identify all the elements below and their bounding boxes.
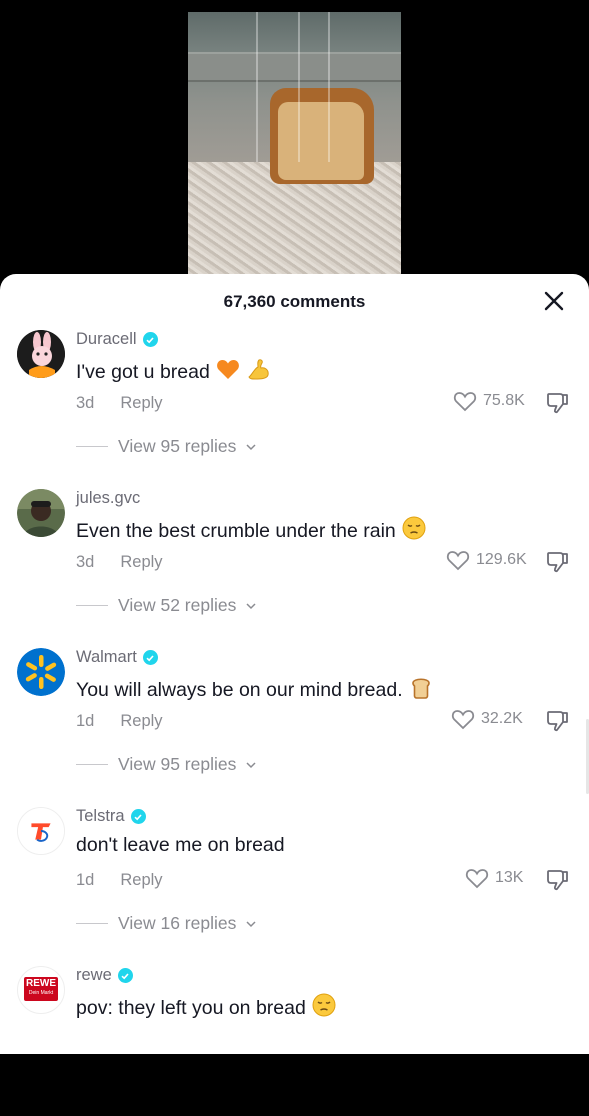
verified-badge-icon (142, 332, 158, 347)
heart-icon (465, 869, 489, 889)
bread-slice (278, 102, 364, 180)
replies-divider-line (76, 446, 108, 447)
view-replies-label: View 95 replies (118, 436, 237, 456)
chevron-down-icon (246, 920, 256, 927)
like-button[interactable]: 75.8K (453, 390, 525, 412)
like-count: 32.2K (481, 710, 523, 727)
comment-username[interactable]: rewe (76, 966, 133, 985)
view-replies-button[interactable]: View 95 replies (76, 436, 256, 457)
pensive-face-icon (402, 516, 426, 546)
like-button[interactable]: 32.2K (451, 708, 523, 730)
reply-button[interactable]: Reply (120, 553, 162, 572)
comment-text: don't leave me on bread (76, 834, 285, 856)
like-count: 13K (495, 869, 524, 886)
verified-badge-icon (130, 809, 146, 824)
comment-text: You will always be on our mind bread. (76, 675, 433, 705)
close-icon[interactable] (543, 290, 565, 312)
comment-age: 1d (76, 712, 95, 730)
rain-streak (298, 12, 300, 162)
reply-button[interactable]: Reply (120, 712, 162, 731)
rewe-logo: REWE Dein Markt (24, 977, 58, 1001)
comment-meta: 3d Reply (76, 394, 163, 413)
comments-header: 67,360 comments (0, 274, 589, 328)
verified-badge-icon (117, 968, 133, 983)
comment-username[interactable]: Duracell (76, 330, 158, 349)
flexed-biceps-icon (246, 357, 272, 387)
dislike-icon[interactable] (544, 549, 570, 575)
rain-streak (256, 12, 258, 162)
replies-divider-line (76, 764, 108, 765)
comment-text: I've got u bread (76, 357, 272, 387)
heart-icon (453, 392, 477, 412)
rewe-logo-subtext: Dein Markt (28, 990, 54, 996)
comment-meta: 3d Reply (76, 553, 163, 572)
orange-heart-icon (216, 358, 240, 386)
like-count: 129.6K (476, 551, 527, 568)
comment-meta: 1d Reply (76, 712, 163, 731)
avatar-rewe[interactable]: REWE Dein Markt (17, 966, 65, 1014)
dislike-icon[interactable] (544, 867, 570, 893)
comments-sheet: 67,360 comments Duracell I've got u brea… (0, 274, 589, 1054)
heart-icon (451, 710, 475, 730)
view-replies-label: View 52 replies (118, 595, 237, 615)
like-button[interactable]: 129.6K (446, 549, 527, 571)
video-ledge (188, 52, 401, 82)
comment-text: pov: they left you on bread (76, 993, 336, 1023)
comment-item: Duracell I've got u bread 3d Reply 75.8K… (0, 330, 589, 480)
avatar-jules-gvc[interactable] (17, 489, 65, 537)
view-replies-button[interactable]: View 16 replies (76, 913, 256, 934)
avatar-duracell[interactable] (17, 330, 65, 378)
rain-streak (328, 12, 330, 162)
comment-item: REWE Dein Markt rewe pov: they left you … (0, 966, 589, 1116)
avatar-walmart[interactable] (17, 648, 65, 696)
comment-text: Even the best crumble under the rain (76, 516, 426, 546)
chevron-down-icon (246, 602, 256, 609)
comment-item: Walmart You will always be on our mind b… (0, 648, 589, 798)
comment-meta: 1d Reply (76, 871, 163, 890)
reply-button[interactable]: Reply (120, 394, 162, 413)
avatar-telstra[interactable] (17, 807, 65, 855)
replies-divider-line (76, 923, 108, 924)
comment-age: 3d (76, 394, 95, 412)
video-frame-bread[interactable] (188, 12, 401, 274)
comment-age: 1d (76, 871, 95, 889)
comment-username[interactable]: Telstra (76, 807, 146, 826)
video-player[interactable] (0, 0, 589, 290)
chevron-down-icon (246, 761, 256, 768)
chevron-down-icon (246, 443, 256, 450)
replies-divider-line (76, 605, 108, 606)
view-replies-button[interactable]: View 52 replies (76, 595, 256, 616)
dislike-icon[interactable] (544, 708, 570, 734)
like-button[interactable]: 13K (465, 867, 523, 889)
reply-button[interactable]: Reply (120, 871, 162, 890)
comment-item: Telstra don't leave me on bread 1d Reply… (0, 807, 589, 957)
view-replies-button[interactable]: View 95 replies (76, 754, 256, 775)
like-count: 75.8K (483, 392, 525, 409)
view-replies-label: View 16 replies (118, 913, 237, 933)
comment-age: 3d (76, 553, 95, 571)
bread-icon (409, 675, 433, 705)
comment-count: 67,360 comments (223, 292, 366, 311)
pensive-face-icon (312, 993, 336, 1023)
comment-username[interactable]: Walmart (76, 648, 158, 667)
dislike-icon[interactable] (544, 390, 570, 416)
heart-icon (446, 551, 470, 571)
comment-item: jules.gvc Even the best crumble under th… (0, 489, 589, 639)
comment-username[interactable]: jules.gvc (76, 489, 140, 508)
view-replies-label: View 95 replies (118, 754, 237, 774)
rewe-logo-text: REWE (26, 978, 56, 989)
verified-badge-icon (142, 650, 158, 665)
